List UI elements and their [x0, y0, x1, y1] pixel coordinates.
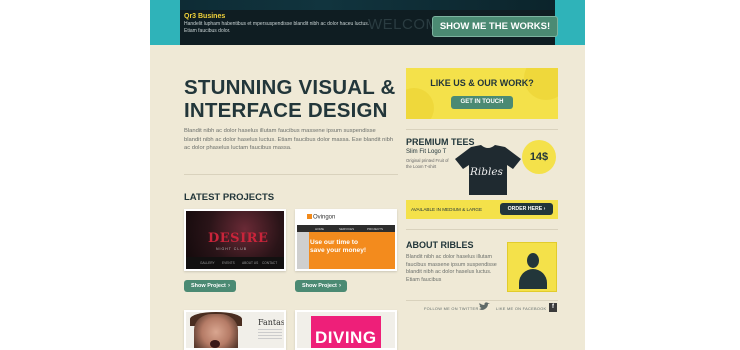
banner-left-edge [150, 0, 180, 45]
project-nav-item: SERVICES [339, 226, 355, 231]
hero-intro: Blandit nibh ac dolor haselus illutam fa… [184, 128, 394, 152]
twitter-bird-icon[interactable] [478, 302, 490, 312]
avatar-body [519, 269, 547, 289]
project-nav-item: CONTACT [262, 261, 278, 265]
project-thumbnail-ovingon[interactable]: Ovingon HOME SERVICES PROJECTS Use our t… [295, 209, 397, 271]
price-badge: 14$ [522, 140, 556, 174]
follow-twitter-link[interactable]: FOLLOW ME ON TWITTER [424, 306, 479, 311]
availability-text: AVAILABLE IN MEDIUM & LARGE [411, 207, 483, 212]
avatar-head [527, 253, 539, 268]
arrow-right-icon: › [339, 283, 341, 289]
project-title: Fantast [258, 318, 286, 327]
project-nav-item: EVENTS [222, 261, 235, 265]
project-thumbnail-diving[interactable]: DIVING [295, 310, 397, 350]
project-photo-mouth [210, 340, 220, 348]
tees-description: Original printed Fruit of the Loom T-shi… [406, 158, 449, 169]
decorative-blob [406, 88, 434, 119]
show-project-label: Show Project [191, 283, 226, 289]
show-project-button[interactable]: Show Project › [295, 280, 347, 292]
like-facebook-link[interactable]: LIKE ME ON FACEBOOK [496, 306, 546, 311]
hero-headline: STUNNING VISUAL & INTERFACE DESIGN [184, 76, 404, 122]
arrow-right-icon: › [228, 283, 230, 289]
divider [406, 300, 558, 301]
divider [184, 174, 398, 175]
facebook-icon[interactable]: f [549, 303, 557, 312]
project-thumbnail-fantast[interactable]: Fantast [184, 310, 286, 350]
hero-headline-line-1: STUNNING VISUAL & [184, 76, 396, 99]
order-here-label: ORDER HERE [507, 206, 543, 212]
banner-welcome-text: WELCOM [368, 16, 439, 33]
order-here-button[interactable]: ORDER HERE › [500, 203, 553, 215]
get-in-touch-button[interactable]: GET IN TOUCH [451, 96, 513, 109]
project-thumbnail-desire[interactable]: DESIRE NIGHT CLUB GALLERY EVENTS ABOUT U… [184, 209, 286, 271]
show-project-label: Show Project [302, 283, 337, 289]
project-nav-item: ABOUT US [242, 261, 259, 265]
project-text-lines [258, 329, 282, 330]
banner-title: Qr3 Busines [184, 13, 226, 20]
like-us-title: LIKE US & OUR WORK? [430, 78, 534, 88]
divider [406, 229, 558, 230]
banner-right-edge [555, 0, 585, 45]
project-hero-text: Use our time to save your money! [310, 239, 367, 254]
project-subtitle: NIGHT CLUB [216, 247, 248, 251]
project-side-panel [297, 232, 309, 269]
show-project-button[interactable]: Show Project › [184, 280, 236, 292]
avatar [507, 242, 557, 292]
project-title: DIVING [315, 328, 377, 347]
project-nav-item: HOME [315, 226, 324, 231]
show-me-the-works-button[interactable]: SHOW ME THE WORKS! [432, 16, 558, 37]
project-navbar: HOME SERVICES PROJECTS [297, 225, 395, 232]
banner-text: Handelit lupham habentibus et mpersuspen… [184, 21, 370, 34]
arrow-right-icon: › [543, 206, 546, 212]
project-logo: Ovingon [307, 214, 335, 221]
hero-headline-line-2: INTERFACE DESIGN [184, 99, 388, 122]
ovingon-logo-icon [307, 214, 312, 219]
about-text: Blandit nibh ac dolor haselus illutam fa… [406, 254, 497, 283]
tshirt-print-label: Ribles [470, 166, 503, 178]
project-nav-item: GALLERY [200, 261, 215, 265]
like-us-box: LIKE US & OUR WORK? GET IN TOUCH [406, 68, 558, 119]
about-title: ABOUT RIBLES [406, 240, 474, 250]
divider [406, 129, 558, 130]
project-nav-item: PROJECTS [367, 226, 384, 231]
project-title: DESIRE [208, 231, 269, 246]
tees-subtitle: Slim Fit Logo T [406, 149, 447, 155]
latest-projects-heading: LATEST PROJECTS [184, 192, 275, 203]
project-logo-text: Ovingon [313, 214, 336, 221]
